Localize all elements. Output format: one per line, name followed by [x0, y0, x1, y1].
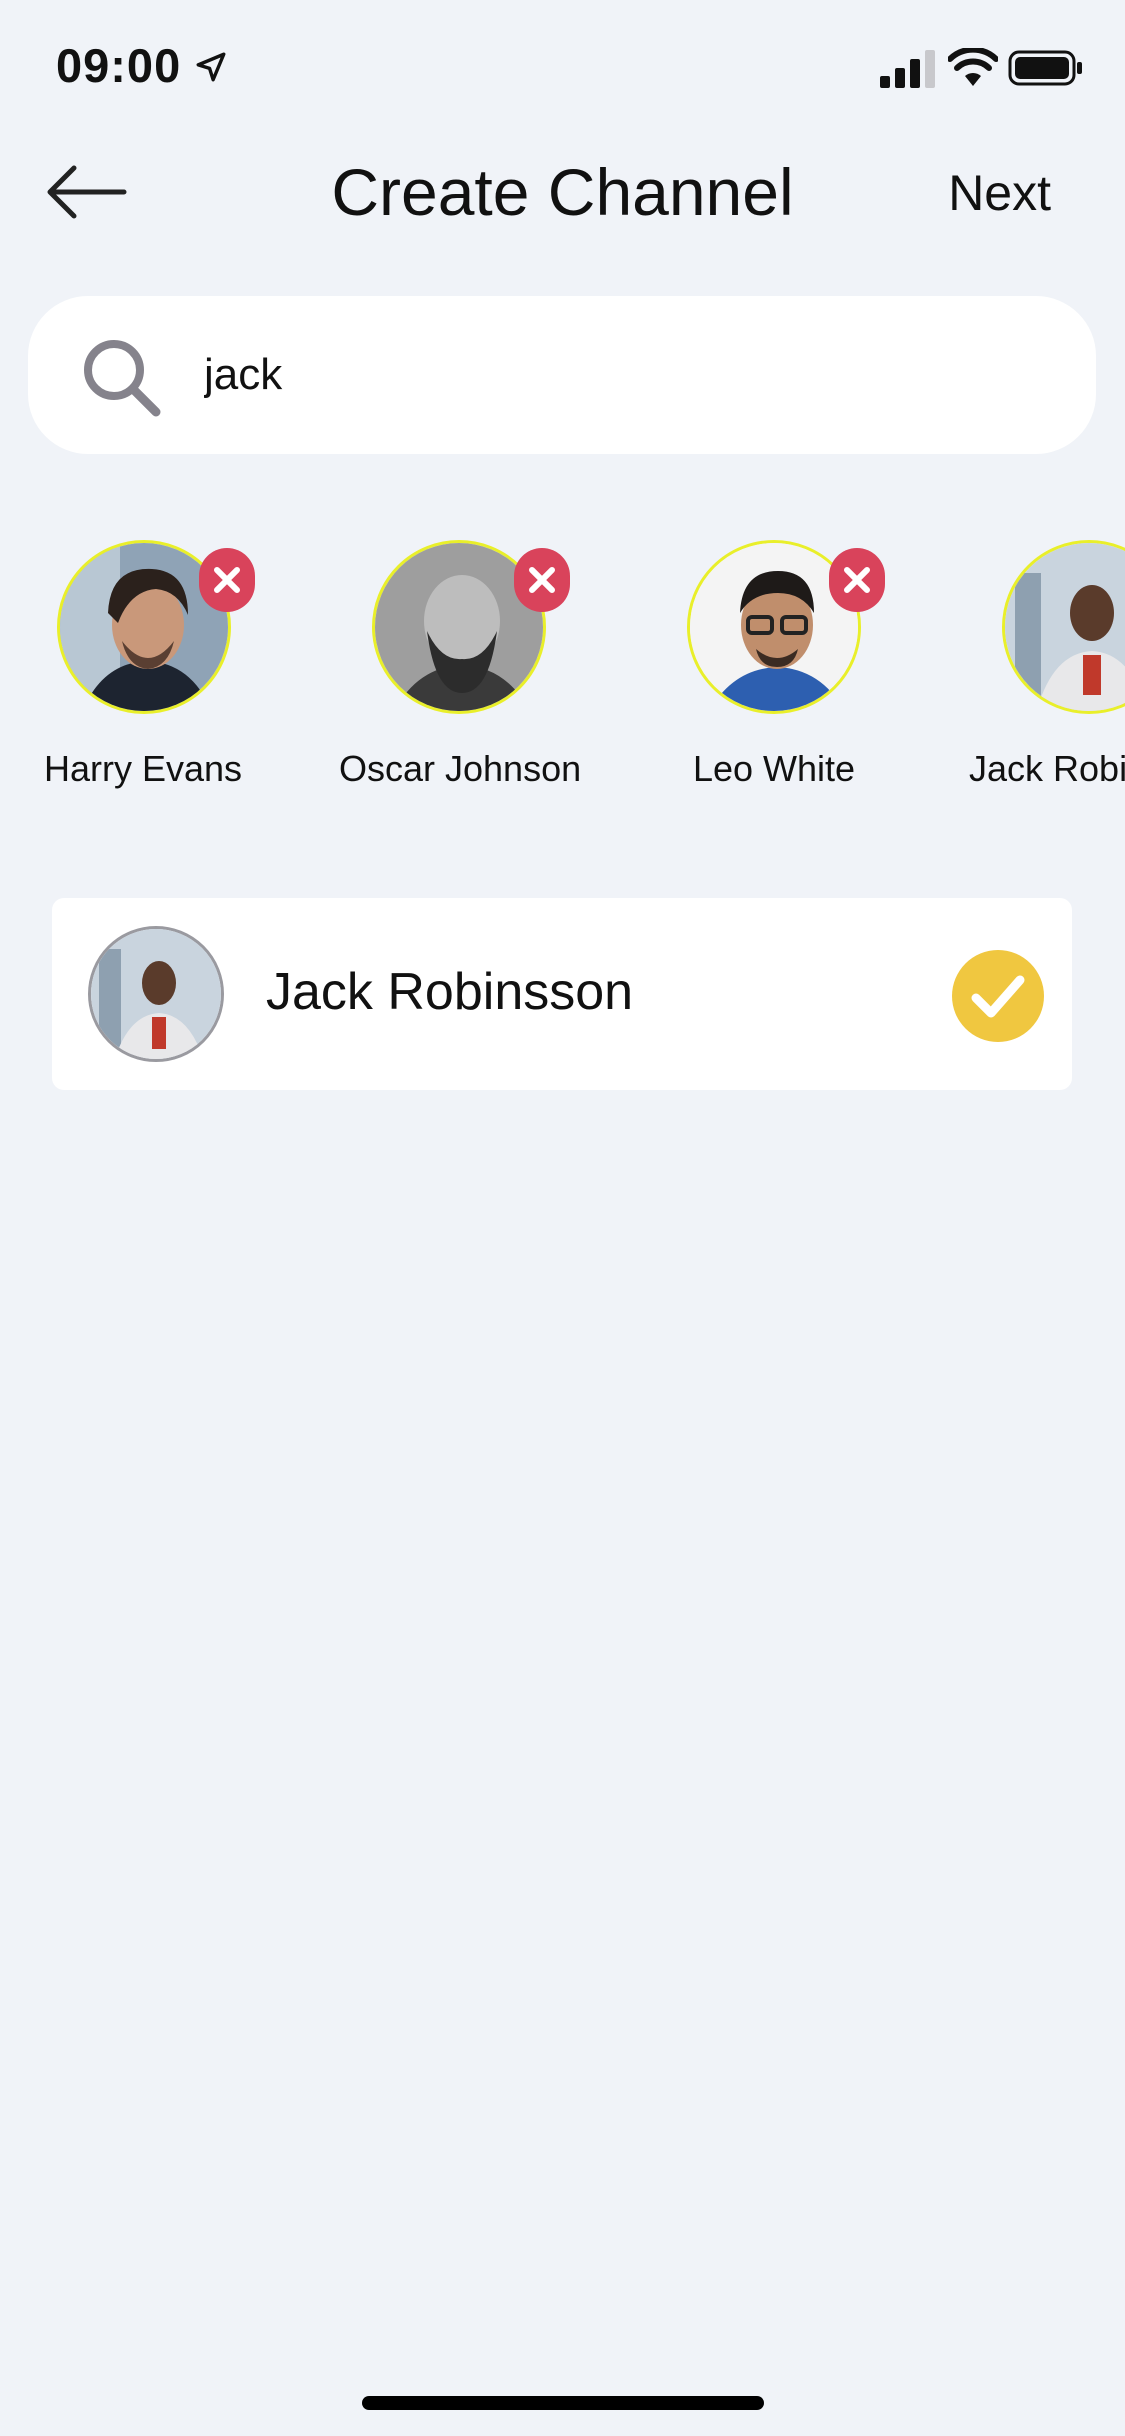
next-button[interactable]: Next [948, 164, 1051, 222]
remove-member-button[interactable] [514, 548, 570, 612]
cellular-signal-icon [880, 50, 935, 88]
selected-member-name: Oscar Johnson [339, 748, 582, 789]
nav-header: Create Channel Next [0, 140, 1125, 250]
selected-member-chip[interactable]: Leo White [687, 530, 987, 800]
search-result-item[interactable]: Jack Robinsson [52, 898, 1072, 1090]
wifi-icon [948, 48, 998, 86]
home-indicator[interactable] [362, 2396, 764, 2410]
search-icon [84, 340, 161, 417]
avatar [88, 926, 224, 1062]
search-input[interactable] [204, 336, 1004, 414]
avatar [1002, 540, 1125, 714]
selected-checkmark[interactable] [952, 950, 1044, 1042]
result-name: Jack Robinsson [266, 963, 634, 1021]
selected-member-chip[interactable]: Harry Evans [44, 530, 357, 800]
selected-member-chip[interactable]: Oscar Johnson [339, 530, 672, 800]
status-bar: 09:00 [0, 0, 1125, 140]
remove-member-button[interactable] [829, 548, 885, 612]
remove-member-button[interactable] [199, 548, 255, 612]
create-channel-screen: 09:00 Create Channel Next jack Harry Eva… [0, 0, 1125, 2436]
checkmark-icon [971, 975, 1025, 1018]
selected-member-name: Jack Robinsson [969, 748, 1125, 789]
close-icon [844, 567, 870, 593]
selected-member-name: Harry Evans [43, 748, 243, 789]
battery-icon [1008, 50, 1082, 86]
selected-members-row[interactable]: Harry Evans Oscar Johnson Leo White Jack… [0, 530, 1125, 810]
close-icon [214, 567, 240, 593]
selected-member-name: Leo White [692, 748, 856, 789]
location-arrow-icon [196, 52, 226, 82]
search-bar[interactable] [28, 296, 1096, 454]
selected-member-chip[interactable]: Jack Robinsson [969, 530, 1125, 800]
status-time: 09:00 [56, 39, 182, 92]
close-icon [529, 567, 555, 593]
